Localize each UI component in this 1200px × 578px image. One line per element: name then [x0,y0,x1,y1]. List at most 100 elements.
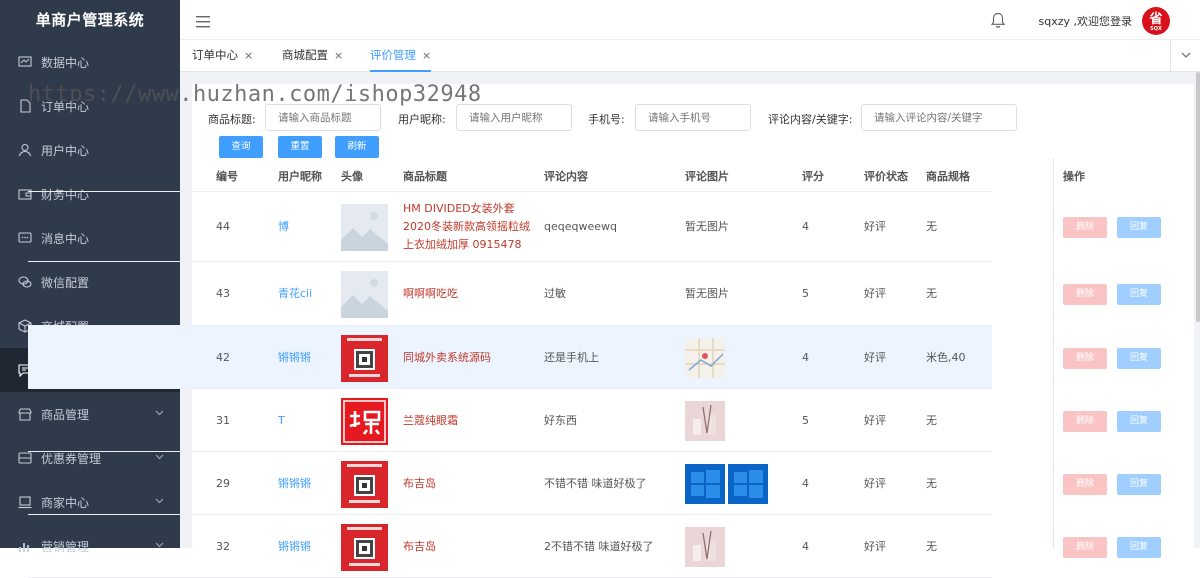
avatar-text: 省 [1149,12,1163,27]
cell-nickname[interactable]: 锵锵锵 [278,349,311,367]
close-icon[interactable]: × [334,49,343,62]
cell-spec: 无 [926,413,937,427]
cell-spec: 无 [926,220,937,233]
delete-button[interactable]: 删除 [1063,473,1107,495]
cell-status: 好评 [864,476,886,490]
cell-comment: 过敏 [544,287,566,300]
cell-comment: 2不错不错 味道好极了 [544,539,654,553]
reply-button[interactable]: 回复 [1117,536,1161,558]
tab-bar: 订单中心 × 商城配置 × 评价管理 × [180,40,1200,72]
avatar-image [341,271,388,318]
cell-rating: 5 [802,287,809,300]
cell-nickname[interactable]: 锵锵锵 [278,475,311,493]
search-button[interactable]: 查询 [219,136,263,158]
close-icon[interactable]: × [244,49,253,62]
tab-review-management[interactable]: 评价管理 × [370,40,432,72]
tabs-dropdown-icon[interactable] [1170,40,1200,72]
reply-button[interactable]: 回复 [1117,473,1161,495]
col-header-spec: 商品规格 [926,170,970,183]
reply-button[interactable]: 回复 [1117,347,1161,369]
user-avatar[interactable]: 省 SQX [1142,7,1170,35]
sidebar-item-label: 用户中心 [41,143,90,158]
keyword-input[interactable] [861,104,1017,131]
user-icon [18,143,32,157]
menu-toggle-icon[interactable] [196,13,210,28]
product-title-input[interactable] [265,104,381,131]
cell-id: 29 [216,476,230,490]
cell-status: 好评 [864,350,886,364]
col-header-rating: 评分 [802,170,824,183]
cell-comment: 好东西 [544,413,577,427]
bell-icon[interactable] [990,12,1006,29]
cell-rating: 5 [802,413,809,427]
cell-product-title: 兰蔻纯眼霜 [403,413,458,427]
cell-nickname[interactable]: 青花cii [278,285,312,303]
col-header-status: 评价状态 [864,170,908,183]
review-image[interactable] [685,526,725,567]
cell-id: 32 [216,539,230,553]
delete-button[interactable]: 删除 [1063,217,1107,238]
review-image[interactable] [685,463,725,504]
col-header-actions: 操作 [1063,170,1085,183]
tab-label: 订单中心 [192,48,238,62]
cell-spec: 米色,40 [926,350,966,364]
col-header-avatar: 头像 [341,170,363,183]
cell-status: 好评 [864,539,886,553]
reply-button[interactable]: 回复 [1117,410,1161,432]
cell-comment: qeqeqweewq [544,220,617,233]
review-image[interactable] [728,463,768,504]
tab-order-center[interactable]: 订单中心 × [192,40,253,72]
reply-button[interactable]: 回复 [1117,284,1161,305]
reset-button[interactable]: 重置 [278,136,322,158]
cell-nickname[interactable]: 博 [278,218,289,236]
cell-rating: 4 [802,220,809,233]
fixed-column-divider [1053,158,1054,548]
tab-mall-config[interactable]: 商城配置 × [282,40,343,72]
filter-label-nickname: 用户昵称: [398,113,446,126]
cell-comment: 不错不错 味道好极了 [544,476,647,490]
cell-spec: 无 [926,476,937,490]
review-image[interactable] [685,337,725,378]
cell-nickname[interactable]: T [278,412,285,430]
cell-no-image: 暂无图片 [685,287,729,300]
col-header-images: 评论图片 [685,170,729,183]
filter-label-product-title: 商品标题: [208,113,256,126]
col-header-comment: 评论内容 [544,170,588,183]
cell-status: 好评 [864,287,886,300]
delete-button[interactable]: 删除 [1063,410,1107,432]
watermark-text: https://www.huzhan.com/ishop32948 [28,82,482,107]
cell-id: 43 [216,287,230,300]
vertical-scrollbar[interactable] [1196,72,1200,322]
delete-button[interactable]: 删除 [1063,284,1107,305]
cell-id: 44 [216,220,230,233]
welcome-text: sqxzy ,欢迎您登录 [1038,15,1133,28]
sidebar-item[interactable]: 数据中心 [0,40,180,84]
cell-nickname[interactable]: 锵锵锵 [278,538,311,556]
avatar-image [341,204,388,251]
cell-comment: 还是手机上 [544,350,599,364]
close-icon[interactable]: × [422,49,431,62]
review-image[interactable] [685,400,725,441]
avatar-image [341,397,388,445]
avatar-image [341,334,388,382]
cell-product-title: 同城外卖系统源码 [403,350,491,364]
cell-id: 42 [216,350,230,364]
sidebar-item-label: 数据中心 [41,55,90,70]
app-title: 单商户管理系统 [35,11,145,29]
delete-button[interactable]: 删除 [1063,536,1107,558]
monitor-icon [18,55,32,69]
delete-button[interactable]: 删除 [1063,347,1107,369]
refresh-button[interactable]: 刷新 [335,136,379,158]
filter-label-phone: 手机号: [588,113,625,126]
nickname-input[interactable] [456,104,572,131]
cell-rating: 4 [802,539,809,553]
cell-product-title: HM DIVIDED女装外套2020冬装新款高领摇粒绒上衣加绒加厚 091547… [403,202,530,251]
phone-input[interactable] [635,104,751,131]
avatar-image [341,523,388,571]
cell-status: 好评 [864,413,886,427]
cell-product-title: 啊啊啊吃吃 [403,287,458,300]
avatar-sub: SQX [1150,26,1162,32]
top-bar: sqxzy ,欢迎您登录 省 SQX [180,0,1200,40]
tab-label: 评价管理 [370,48,416,62]
reply-button[interactable]: 回复 [1117,217,1161,238]
